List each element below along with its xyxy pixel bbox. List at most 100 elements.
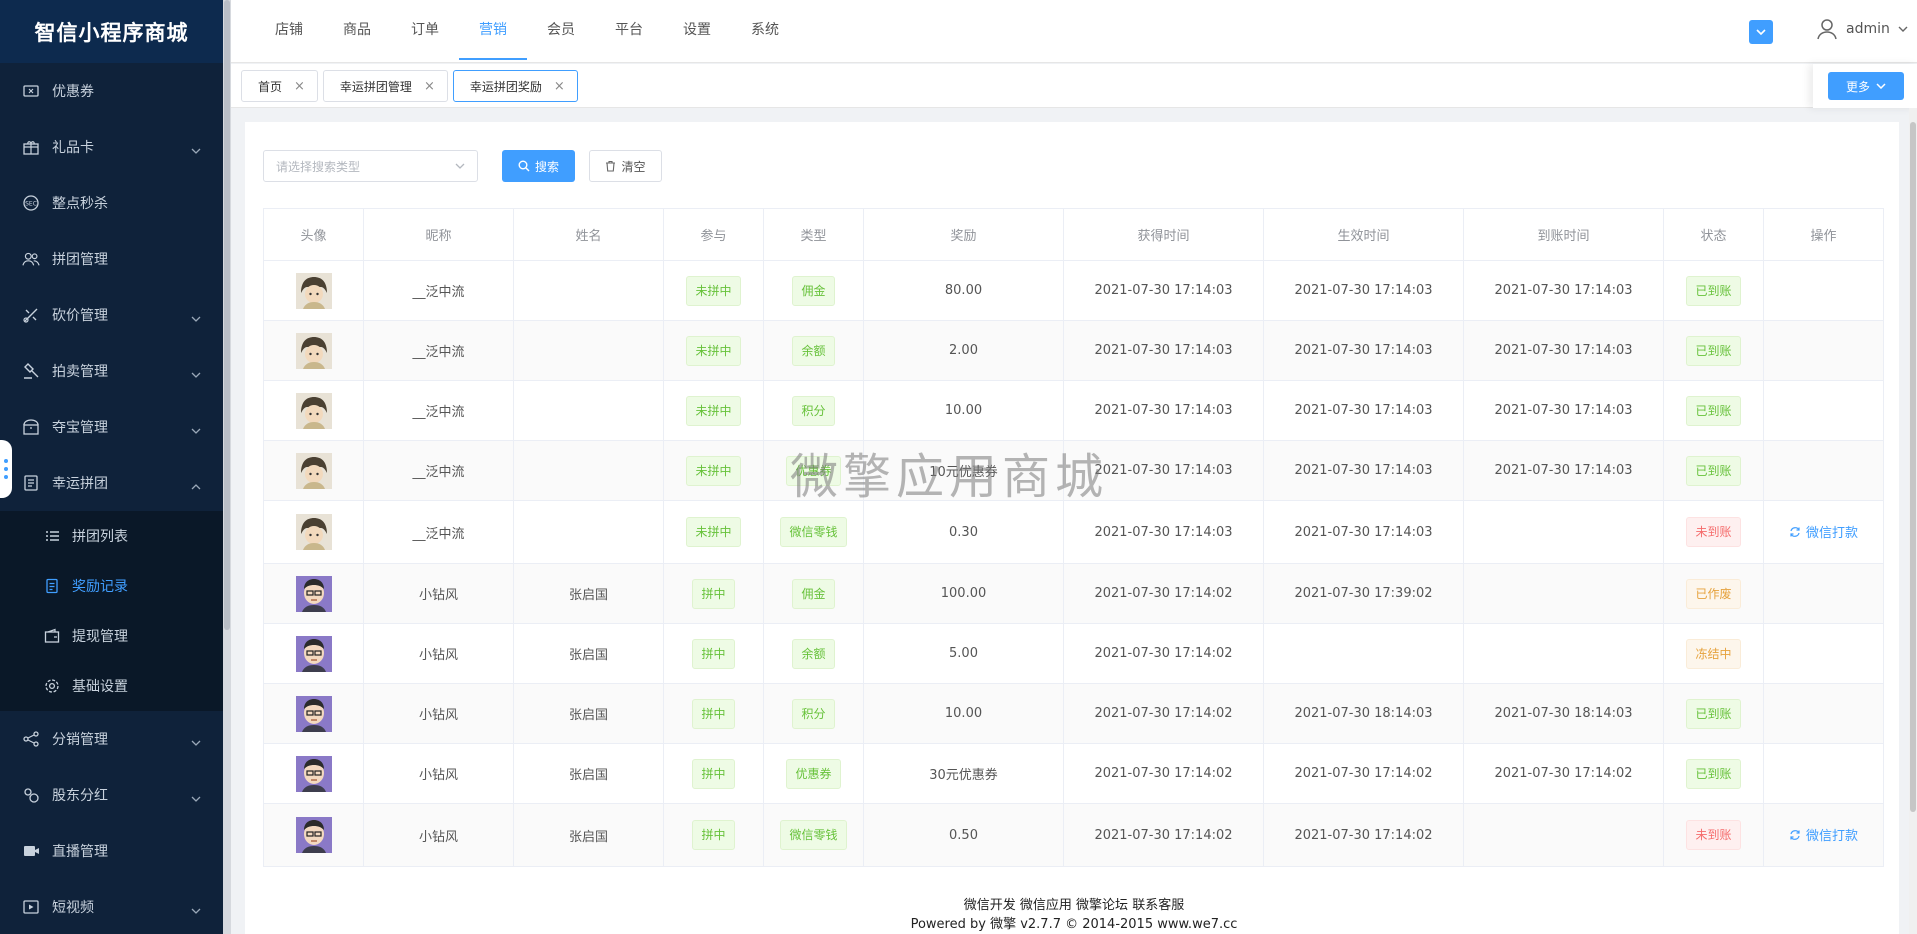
avatar xyxy=(295,575,332,612)
effective-time-cell: 2021-07-30 17:14:03 xyxy=(1263,320,1464,381)
sidebar-item[interactable]: 礼品卡 xyxy=(0,119,223,175)
page-scrollbar-thumb[interactable] xyxy=(1910,122,1916,812)
chevron-down-icon xyxy=(191,372,201,378)
brand-title[interactable]: 智信小程序商城 xyxy=(0,0,223,63)
reward-cell: 10元优惠券 xyxy=(863,440,1064,501)
reward-cell: 100.00 xyxy=(863,563,1064,624)
reward-table: 头像 昵称 姓名 参与 类型 奖励 获得时间 生效时间 到账时间 状态 操作 __泛中流 未拼中 佣金 8… xyxy=(263,208,1884,867)
sidebar-item[interactable]: 短视频 xyxy=(0,879,223,934)
sidebar-collapse-handle[interactable] xyxy=(0,440,12,498)
sidebar-item[interactable]: 夺宝管理 xyxy=(0,399,223,455)
sidebar-scrollbar[interactable] xyxy=(223,0,231,934)
obtained-time-cell: 2021-07-30 17:14:03 xyxy=(1063,380,1264,441)
type-tag: 积分 xyxy=(792,698,835,729)
avatar-cell xyxy=(263,743,364,804)
sidebar-item[interactable]: 股东分红 xyxy=(0,767,223,823)
reward-cell: 5.00 xyxy=(863,623,1064,684)
participation-tag: 未拼中 xyxy=(686,455,741,486)
name-cell xyxy=(513,380,664,441)
user-menu[interactable]: admin xyxy=(1816,18,1908,40)
sidebar-item[interactable]: SEC 整点秒杀 xyxy=(0,175,223,231)
document-icon xyxy=(44,578,60,594)
participation-cell: 拼中 xyxy=(663,623,764,684)
effective-time-cell: 2021-07-30 17:14:02 xyxy=(1263,803,1464,867)
status-cell: 已到账 xyxy=(1663,380,1764,441)
obtained-time-cell: 2021-07-30 17:14:02 xyxy=(1063,623,1264,684)
page-tab[interactable]: 幸运拼团管理 × xyxy=(322,70,448,102)
name-cell: 张启国 xyxy=(513,683,664,744)
trash-icon xyxy=(606,160,616,172)
sidebar-item[interactable]: 分销管理 xyxy=(0,711,223,767)
avatar xyxy=(295,635,332,672)
sidebar-item[interactable]: 幸运拼团 xyxy=(0,455,223,511)
chevron-down-icon xyxy=(455,163,465,169)
search-button[interactable]: 搜索 xyxy=(502,150,575,182)
status-badge: 已到账 xyxy=(1686,758,1741,789)
sidebar-subitem[interactable]: 基础设置 xyxy=(0,661,223,711)
top-nav-item[interactable]: 商品 xyxy=(323,0,391,60)
top-nav-item[interactable]: 平台 xyxy=(595,0,663,60)
action-cell xyxy=(1763,440,1884,501)
sidebar-subitem[interactable]: 提现管理 xyxy=(0,611,223,661)
wechat-pay-label: 微信打款 xyxy=(1805,526,1858,542)
close-icon[interactable]: × xyxy=(424,79,435,94)
search-type-select[interactable]: 请选择搜索类型 xyxy=(263,150,478,182)
sidebar-item[interactable]: 直播管理 xyxy=(0,823,223,879)
sidebar-item[interactable]: 优惠券 xyxy=(0,63,223,119)
status-cell: 已作废 xyxy=(1663,563,1764,624)
top-nav-item[interactable]: 营销 xyxy=(459,0,527,60)
wechat-pay-link[interactable]: 微信打款 xyxy=(1789,825,1858,844)
column-header: 姓名 xyxy=(513,208,664,261)
clear-button[interactable]: 清空 xyxy=(589,150,662,182)
effective-time-cell: 2021-07-30 17:14:03 xyxy=(1263,380,1464,441)
participation-cell: 未拼中 xyxy=(663,380,764,441)
sidebar-item[interactable]: 拼团管理 xyxy=(0,231,223,287)
obtained-time-cell: 2021-07-30 17:14:02 xyxy=(1063,743,1264,804)
close-icon[interactable]: × xyxy=(294,79,305,94)
obtained-time-cell: 2021-07-30 17:14:03 xyxy=(1063,320,1264,381)
obtained-time-cell: 2021-07-30 17:14:03 xyxy=(1063,500,1264,564)
close-icon[interactable]: × xyxy=(554,79,565,94)
status-badge: 已作废 xyxy=(1686,578,1741,609)
page-tab[interactable]: 幸运拼团奖励 × xyxy=(452,70,578,102)
column-header: 奖励 xyxy=(863,208,1064,261)
top-nav-item[interactable]: 系统 xyxy=(731,0,799,60)
page-tab[interactable]: 首页 × xyxy=(241,70,318,102)
sidebar-scrollbar-thumb[interactable] xyxy=(224,0,230,630)
sidebar-subitem[interactable]: 奖励记录 xyxy=(0,561,223,611)
top-nav-item[interactable]: 店铺 xyxy=(255,0,323,60)
status-cell: 未到账 xyxy=(1663,500,1764,564)
chevron-down-icon xyxy=(191,908,201,914)
list-icon xyxy=(44,528,60,544)
sidebar-item[interactable]: 拍卖管理 xyxy=(0,343,223,399)
page-scrollbar[interactable] xyxy=(1909,108,1917,934)
reward-cell: 0.30 xyxy=(863,500,1064,564)
coupon-icon xyxy=(22,82,40,100)
wechat-pay-link[interactable]: 微信打款 xyxy=(1789,522,1858,541)
sidebar-item-label: 优惠券 xyxy=(52,84,94,100)
name-cell: 张启国 xyxy=(513,623,664,684)
header-dropdown-button[interactable] xyxy=(1749,20,1773,44)
search-bar: 请选择搜索类型 搜索 清空 xyxy=(263,150,662,182)
top-nav-item[interactable]: 订单 xyxy=(391,0,459,60)
footer-links[interactable]: 微信开发 微信应用 微擎论坛 联系客服 xyxy=(231,896,1917,915)
sidebar-subitem[interactable]: 拼团列表 xyxy=(0,511,223,561)
arrival-time-cell xyxy=(1463,803,1664,867)
top-nav-item[interactable]: 设置 xyxy=(663,0,731,60)
reward-cell: 0.50 xyxy=(863,803,1064,867)
obtained-time-cell: 2021-07-30 17:14:03 xyxy=(1063,260,1264,321)
action-cell xyxy=(1763,320,1884,381)
sidebar-item[interactable]: 砍价管理 xyxy=(0,287,223,343)
top-nav-item[interactable]: 会员 xyxy=(527,0,595,60)
sidebar-item-label: 直播管理 xyxy=(52,844,108,860)
participation-cell: 拼中 xyxy=(663,563,764,624)
status-cell: 已到账 xyxy=(1663,683,1764,744)
status-cell: 已到账 xyxy=(1663,440,1764,501)
sidebar-subitem-label: 基础设置 xyxy=(72,679,128,695)
effective-time-cell: 2021-07-30 17:14:03 xyxy=(1263,440,1464,501)
more-button[interactable]: 更多 xyxy=(1828,72,1904,100)
type-tag: 微信零钱 xyxy=(780,517,847,547)
type-cell: 余额 xyxy=(763,320,864,381)
action-cell xyxy=(1763,683,1884,744)
refresh-icon xyxy=(1790,526,1800,537)
